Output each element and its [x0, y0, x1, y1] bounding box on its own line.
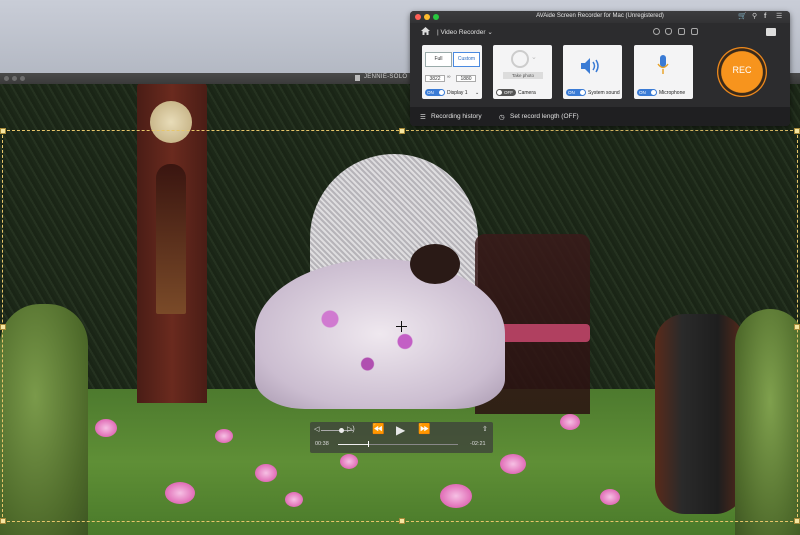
flower	[255, 464, 277, 482]
recorder-bottom-bar: ☰ Recording history ◷ Set record length …	[410, 107, 790, 126]
full-screen-button[interactable]: Full	[425, 52, 452, 67]
remaining-time: -02:21	[470, 441, 486, 447]
export-icon[interactable]	[691, 28, 698, 35]
flower	[600, 489, 620, 505]
flower	[285, 492, 303, 507]
mouse-icon[interactable]	[665, 28, 672, 35]
flower	[560, 414, 580, 430]
toggle-text: ON	[427, 90, 434, 95]
video-player-window: JENNIE-SOLO	[0, 73, 800, 535]
video-frame	[0, 84, 800, 535]
player-close-dot[interactable]	[4, 76, 9, 81]
take-photo-button[interactable]: Take photo	[503, 72, 543, 79]
display-label: Display 1	[447, 90, 468, 96]
share-icon[interactable]: ⇧	[482, 426, 488, 434]
system-sound-label: System sound	[588, 90, 620, 96]
settings-gear-icon[interactable]	[653, 28, 660, 35]
play-icon[interactable]: ▶	[396, 424, 405, 436]
flower	[165, 482, 195, 504]
toppled-stool	[655, 314, 745, 514]
screenshot-camera-icon[interactable]	[766, 28, 776, 36]
camera-toggle[interactable]: OFF	[496, 89, 516, 96]
take-photo-label: Take photo	[511, 73, 535, 78]
volume-high-icon[interactable]: ▷)	[347, 426, 355, 434]
camera-chevron-icon[interactable]: ⌄	[531, 53, 537, 61]
recorder-titlebar: AVAide Screen Recorder for Mac (Unregist…	[410, 11, 790, 23]
player-minimize-dot[interactable]	[12, 76, 17, 81]
timer-icon[interactable]: ◷	[499, 113, 505, 121]
rec-button-label: REC	[732, 65, 752, 75]
fast-forward-icon[interactable]: ⏩	[418, 425, 430, 435]
mode-dropdown[interactable]: | Video Recorder ⌄	[437, 28, 493, 36]
width-field[interactable]: 3822	[425, 75, 445, 82]
flower	[500, 454, 526, 474]
toggle-text: ON	[639, 90, 646, 95]
custom-region-button[interactable]: Custom	[453, 52, 480, 67]
history-list-icon[interactable]: ☰	[420, 113, 426, 121]
shrub-right	[735, 309, 800, 535]
progress-fill	[338, 444, 368, 445]
display-card: Full Custom 3822 ∞ 1880 ON Display 1 ⌄	[422, 45, 482, 99]
mode-bar: | Video Recorder ⌄	[410, 23, 710, 40]
toggle-knob	[651, 90, 656, 95]
facebook-icon[interactable]: f	[764, 13, 766, 21]
microphone-icon	[657, 55, 669, 74]
clock-pendulum-glass	[156, 164, 186, 314]
volume-knob[interactable]	[339, 428, 344, 433]
camera-label: Camera	[518, 90, 536, 96]
toggle-text: ON	[568, 90, 575, 95]
recorder-title: AVAide Screen Recorder for Mac (Unregist…	[536, 13, 664, 19]
side-chair-seat	[495, 324, 590, 342]
toggle-knob	[580, 90, 585, 95]
player-zoom-dot[interactable]	[20, 76, 25, 81]
key-icon[interactable]: ⚲	[752, 13, 757, 21]
shrub-left	[0, 304, 88, 535]
system-sound-toggle[interactable]: ON	[566, 89, 586, 96]
toggle-knob	[439, 90, 444, 95]
floral-dress	[255, 259, 505, 409]
display-toggle[interactable]: ON	[425, 89, 445, 96]
crosshair-cursor-icon	[396, 321, 407, 332]
volume-low-icon[interactable]: ◁	[314, 426, 319, 434]
speaker-icon	[581, 58, 599, 74]
current-time: 00:38	[315, 441, 329, 447]
chevron-down-icon: ⌄	[487, 29, 493, 36]
watermark-icon[interactable]	[678, 28, 685, 35]
recording-history-link[interactable]: Recording history	[431, 113, 482, 120]
webcam-icon	[511, 50, 529, 68]
menu-icon[interactable]: ☰	[776, 13, 782, 21]
microphone-toggle[interactable]: ON	[637, 89, 657, 96]
cart-icon[interactable]: 🛒	[738, 13, 747, 21]
rewind-icon[interactable]: ⏪	[372, 425, 384, 435]
hair	[410, 244, 460, 284]
progress-scrubber[interactable]	[368, 441, 369, 447]
playback-controls: ◁ ▷) ⏪ ▶ ⏩ ⇧ 00:38 -02:21	[310, 422, 493, 453]
system-sound-card: ON System sound	[563, 45, 622, 99]
flower	[215, 429, 233, 443]
display-chevron-icon[interactable]: ⌄	[475, 90, 479, 96]
set-record-length-link[interactable]: Set record length (OFF)	[510, 113, 579, 120]
microphone-card: ON Microphone	[634, 45, 693, 99]
toggle-knob	[497, 90, 502, 95]
camera-card: ⌄ Take photo OFF Camera	[493, 45, 552, 99]
clock-face	[150, 101, 192, 143]
mode-label: Video Recorder	[440, 29, 486, 36]
document-icon	[355, 75, 360, 81]
player-title: JENNIE-SOLO	[364, 74, 408, 80]
home-icon[interactable]	[421, 27, 430, 35]
height-field[interactable]: 1880	[456, 75, 476, 82]
screen-recorder-window: AVAide Screen Recorder for Mac (Unregist…	[410, 11, 790, 126]
microphone-label: Microphone	[659, 90, 686, 96]
link-icon[interactable]: ∞	[447, 74, 451, 80]
flower	[440, 484, 472, 508]
flower	[95, 419, 117, 437]
toggle-text: OFF	[504, 90, 513, 95]
flower	[340, 454, 358, 469]
